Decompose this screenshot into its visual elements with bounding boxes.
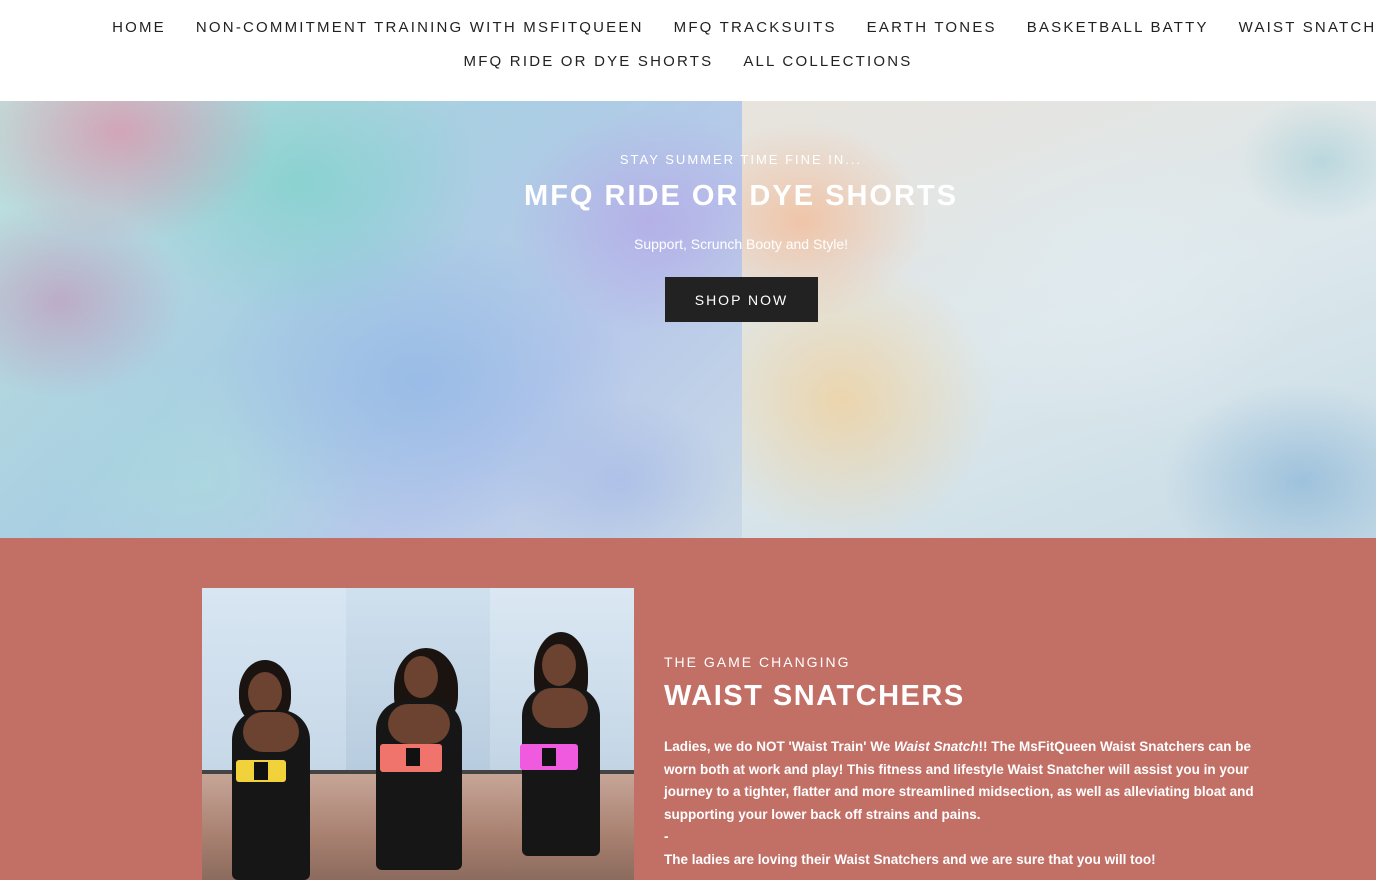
shop-now-button[interactable]: SHOP NOW bbox=[665, 277, 818, 322]
promo-paragraph-1: Ladies, we do NOT 'Waist Train' We Waist… bbox=[664, 736, 1284, 826]
hero-title: MFQ RIDE OR DYE SHORTS bbox=[524, 180, 958, 212]
image-panel-coral bbox=[346, 588, 490, 880]
waist-snatchers-section: THE GAME CHANGING WAIST SNATCHERS Ladies… bbox=[0, 538, 1376, 880]
nav-row-2: MFQ RIDE OR DYE SHORTS ALL COLLECTIONS bbox=[0, 53, 1376, 71]
promo-body-emphasis: Waist Snatch bbox=[893, 739, 979, 754]
nav-item-ride-or-dye[interactable]: MFQ RIDE OR DYE SHORTS bbox=[464, 53, 714, 71]
nav-item-home[interactable]: HOME bbox=[112, 19, 166, 37]
promo-body: Ladies, we do NOT 'Waist Train' We Waist… bbox=[664, 736, 1284, 871]
hero-subtitle: Support, Scrunch Booty and Style! bbox=[633, 236, 848, 252]
top-navigation: HOME NON-COMMITMENT TRAINING WITH MSFITQ… bbox=[0, 0, 1376, 101]
promo-body-prefix: Ladies, we do NOT 'Waist Train' We bbox=[664, 739, 894, 754]
promo-kicker: THE GAME CHANGING bbox=[664, 654, 851, 670]
hero-kicker: STAY SUMMER TIME FINE IN... bbox=[619, 152, 863, 167]
nav-item-all-collections[interactable]: ALL COLLECTIONS bbox=[743, 53, 912, 71]
promo-title: WAIST SNATCHERS bbox=[664, 680, 965, 712]
nav-item-basketball-batty[interactable]: BASKETBALL BATTY bbox=[1027, 19, 1209, 37]
image-panel-yellow bbox=[202, 588, 346, 880]
promo-dash: - bbox=[664, 829, 669, 844]
nav-item-earth-tones[interactable]: EARTH TONES bbox=[867, 19, 997, 37]
nav-item-tracksuits[interactable]: MFQ TRACKSUITS bbox=[674, 19, 837, 37]
nav-row-1: HOME NON-COMMITMENT TRAINING WITH MSFITQ… bbox=[0, 19, 1376, 37]
nav-item-waist-snatchers[interactable]: WAIST SNATCHERS bbox=[1239, 19, 1376, 37]
hero-content: STAY SUMMER TIME FINE IN... MFQ RIDE OR … bbox=[0, 101, 1376, 538]
hero-banner: STAY SUMMER TIME FINE IN... MFQ RIDE OR … bbox=[0, 101, 1376, 538]
promo-paragraph-2: The ladies are loving their Waist Snatch… bbox=[664, 851, 1156, 867]
waist-snatchers-image[interactable] bbox=[202, 588, 634, 880]
nav-item-training[interactable]: NON-COMMITMENT TRAINING WITH MSFITQUEEN bbox=[196, 19, 644, 37]
image-panel-pink bbox=[490, 588, 634, 880]
